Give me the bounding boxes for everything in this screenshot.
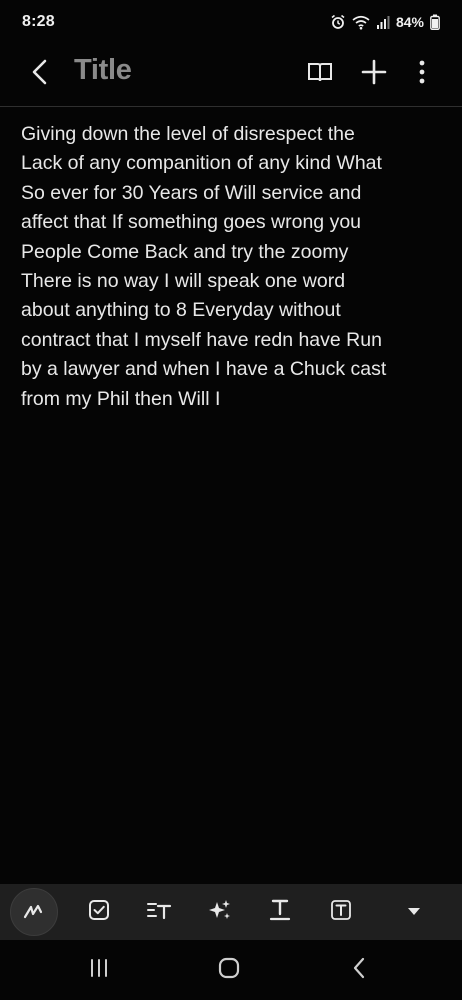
recents-button[interactable] <box>77 954 121 986</box>
alarm-icon <box>330 14 346 30</box>
add-button[interactable] <box>356 56 392 92</box>
checkbox-button[interactable] <box>77 890 121 934</box>
add-icon <box>361 59 387 90</box>
wifi-icon <box>352 15 370 30</box>
ai-sparkle-icon <box>207 898 233 927</box>
status-time: 8:28 <box>22 13 55 30</box>
app-header: Title <box>0 44 462 106</box>
pen-icon <box>22 900 46 925</box>
back-button[interactable] <box>24 58 56 90</box>
nav-back-icon <box>351 956 367 985</box>
pen-button[interactable] <box>10 888 58 936</box>
reading-mode-button[interactable] <box>302 56 338 92</box>
text-underline-icon <box>269 898 291 927</box>
text-underline-button[interactable] <box>258 890 302 934</box>
battery-icon <box>430 14 440 30</box>
text-style-button[interactable] <box>137 890 181 934</box>
status-bar: 8:28 84% <box>0 0 462 44</box>
reading-mode-icon <box>307 61 333 88</box>
text-box-icon <box>330 899 352 926</box>
note-body-text[interactable]: Giving down the level of disrespect the … <box>21 120 441 414</box>
header-divider <box>0 106 462 107</box>
expand-toolbar-icon <box>407 903 421 921</box>
text-box-button[interactable] <box>319 890 363 934</box>
system-navigation-bar <box>0 940 462 1000</box>
more-options-button[interactable] <box>404 56 440 92</box>
ai-assist-button[interactable] <box>198 890 242 934</box>
home-icon <box>217 956 241 985</box>
status-icons: 84% <box>330 14 440 30</box>
battery-percent: 84% <box>395 14 424 30</box>
home-button[interactable] <box>207 954 251 986</box>
back-icon <box>31 59 49 90</box>
expand-toolbar-button[interactable] <box>392 890 436 934</box>
formatting-toolbar <box>0 884 462 940</box>
signal-icon <box>376 15 390 29</box>
checkbox-icon <box>88 899 110 926</box>
text-style-icon <box>146 899 172 926</box>
recents-icon <box>88 958 110 983</box>
nav-back-button[interactable] <box>337 954 381 986</box>
note-title[interactable]: Title <box>74 54 132 87</box>
more-icon <box>418 60 426 89</box>
